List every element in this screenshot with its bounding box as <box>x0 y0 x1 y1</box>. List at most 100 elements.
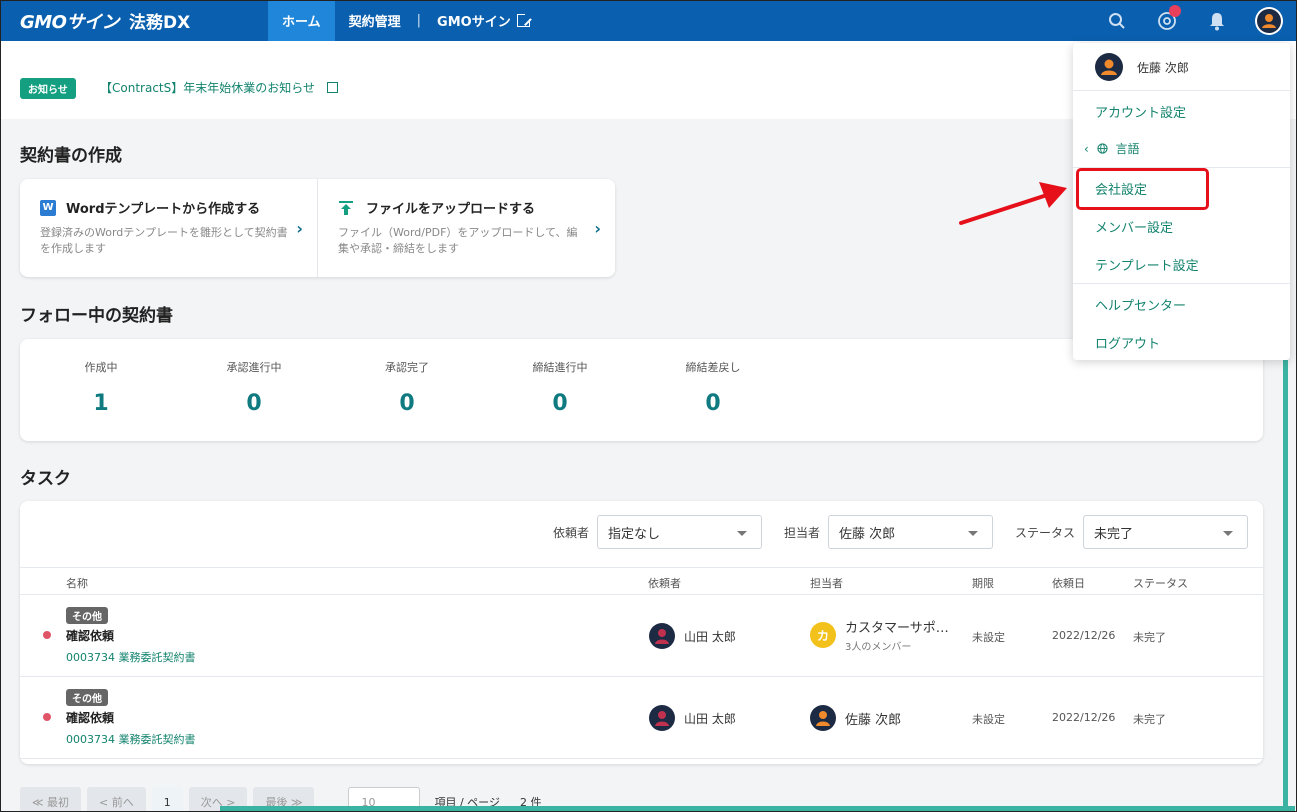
col-due[interactable]: 期限 <box>972 575 994 591</box>
stat-label: 締結進行中 <box>532 361 588 374</box>
nav-separator: | <box>416 13 422 28</box>
chevron-left-icon: ‹ <box>1084 142 1089 156</box>
col-request-date[interactable]: 依頼日 <box>1052 575 1085 591</box>
follow-section-title: フォロー中の契約書 <box>20 306 173 326</box>
stat-label: 作成中 <box>84 361 118 374</box>
menu-divider <box>1073 90 1290 91</box>
status-filter-label: ステータス <box>1014 525 1075 540</box>
scrollbar-horizontal[interactable] <box>220 806 1295 811</box>
stat-approval-complete[interactable]: 承認完了 0 <box>337 359 477 416</box>
notice-link[interactable]: 【ContractS】年末年始休業のお知らせ <box>100 79 338 96</box>
task-table-header: 名称 依頼者 担当者 期限 依頼日 ステータス <box>20 567 1263 595</box>
task-name: 確認依頼 <box>66 629 115 643</box>
requester-filter-label: 依頼者 <box>552 525 589 540</box>
task-filters: 依頼者 指定なし 担当者 佐藤 次郎 ステータス 未完了 <box>553 515 1248 549</box>
external-link-icon <box>326 82 338 93</box>
tasks-section-title: タスク <box>20 469 71 489</box>
stat-label: 承認進行中 <box>226 361 282 374</box>
task-tag: その他 <box>66 689 108 706</box>
assignee-filter-value: 佐藤 次郎 <box>838 526 896 542</box>
avatar <box>649 705 675 731</box>
caret-down-icon <box>736 531 747 536</box>
notice-badge: お知らせ <box>20 78 76 99</box>
col-requester[interactable]: 依頼者 <box>648 575 681 591</box>
app-logo[interactable]: GMOサイン 法務DX <box>20 8 268 34</box>
menu-item-logout[interactable]: ログアウト <box>1095 333 1160 352</box>
task-status: 未完了 <box>1133 713 1166 726</box>
assignee: カ カスタマーサポ… 3人のメンバー <box>810 617 949 653</box>
task-request-date: 2022/12/26 <box>1052 629 1116 642</box>
menu-item-account-settings[interactable]: アカウント設定 <box>1095 102 1186 121</box>
tab-home[interactable]: ホーム <box>268 0 335 41</box>
table-row[interactable]: その他 確認依頼 0003734 業務委託契約書 山田 太郎 カ カスタマーサポ… <box>20 595 1263 677</box>
main-nav: ホーム 契約管理 | GMOサイン <box>268 0 544 41</box>
mention-icon[interactable] <box>1155 4 1181 33</box>
upload-icon <box>338 200 354 216</box>
avatar <box>1095 53 1123 81</box>
bell-icon[interactable] <box>1205 9 1229 33</box>
assignee-filter-select[interactable]: 佐藤 次郎 <box>827 515 993 549</box>
search-icon[interactable] <box>1105 9 1129 33</box>
menu-divider <box>1073 283 1290 284</box>
menu-user-name: 佐藤 次郎 <box>1137 60 1189 75</box>
caret-down-icon <box>967 531 978 536</box>
task-tag: その他 <box>66 607 108 624</box>
scrollbar-vertical[interactable] <box>1283 360 1288 808</box>
unread-dot <box>43 713 51 721</box>
create-from-word-template[interactable]: W Wordテンプレートから作成する 登録済みのWordテンプレートを雛形として… <box>20 179 317 277</box>
stat-approval-in-progress[interactable]: 承認進行中 0 <box>184 359 324 416</box>
prev-page-button[interactable]: < 前へ <box>87 787 146 812</box>
first-page-button[interactable]: ≪ 最初 <box>20 787 82 812</box>
col-status[interactable]: ステータス <box>1133 575 1188 591</box>
stat-signing-in-progress[interactable]: 締結進行中 0 <box>490 359 630 416</box>
task-due: 未設定 <box>972 713 1005 726</box>
task-due: 未設定 <box>972 631 1005 644</box>
chevron-right-icon: › <box>594 219 601 238</box>
requester: 山田 太郎 <box>649 623 736 649</box>
menu-item-member-settings[interactable]: メンバー設定 <box>1095 217 1173 236</box>
notice-link-text: 【ContractS】年末年始休業のお知らせ <box>100 81 315 95</box>
assignee-member-count: 3人のメンバー <box>845 642 912 653</box>
upload-file[interactable]: ファイルをアップロードする ファイル（Word/PDF）をアップロードして、編集… <box>317 179 615 277</box>
requester-filter-value: 指定なし <box>607 526 660 542</box>
task-document-link[interactable]: 0003734 業務委託契約書 <box>66 731 196 747</box>
word-template-desc: 登録済みのWordテンプレートを雛形として契約書を作成します <box>40 226 288 255</box>
status-filter-select[interactable]: 未完了 <box>1083 515 1248 549</box>
user-avatar-button[interactable] <box>1255 6 1283 35</box>
menu-item-language[interactable]: ‹ 言語 <box>1084 140 1139 157</box>
external-link-icon <box>516 12 532 27</box>
assignee-filter-label: 担当者 <box>783 525 820 540</box>
requester-filter-select[interactable]: 指定なし <box>596 515 762 549</box>
menu-item-template-settings[interactable]: テンプレート設定 <box>1095 255 1199 274</box>
stat-value: 0 <box>552 391 568 416</box>
tab-contract-management[interactable]: 契約管理 <box>335 0 415 41</box>
unread-badge <box>1169 4 1181 17</box>
col-name[interactable]: 名称 <box>66 575 88 591</box>
menu-item-language-label: 言語 <box>1115 142 1140 156</box>
stat-drafting[interactable]: 作成中 1 <box>31 359 171 416</box>
highlight-box <box>1076 168 1209 210</box>
unread-dot <box>43 631 51 639</box>
create-card: W Wordテンプレートから作成する 登録済みのWordテンプレートを雛形として… <box>20 179 615 277</box>
upload-desc: ファイル（Word/PDF）をアップロードして、編集や承認・締結をします <box>338 226 578 255</box>
table-row[interactable]: その他 確認依頼 0003734 業務委託契約書 山田 太郎 佐藤 次郎 未設定… <box>20 677 1263 759</box>
col-assignee[interactable]: 担当者 <box>810 575 843 591</box>
avatar <box>810 705 836 731</box>
assignee: 佐藤 次郎 <box>810 705 901 731</box>
chevron-right-icon: › <box>296 219 303 238</box>
task-request-date: 2022/12/26 <box>1052 711 1116 724</box>
word-icon: W <box>40 199 56 216</box>
task-document-link[interactable]: 0003734 業務委託契約書 <box>66 649 196 665</box>
task-status: 未完了 <box>1133 631 1166 644</box>
word-template-title: Wordテンプレートから作成する <box>66 202 261 217</box>
requester-name: 山田 太郎 <box>684 711 736 726</box>
current-page[interactable]: 1 <box>151 787 183 812</box>
assignee-name: カスタマーサポ… <box>845 621 949 636</box>
tab-gmo-sign[interactable]: GMOサイン <box>423 0 544 41</box>
caret-down-icon <box>1223 531 1233 536</box>
menu-item-help-center[interactable]: ヘルプセンター <box>1095 295 1186 314</box>
stat-signing-returned[interactable]: 締結差戻し 0 <box>643 359 783 416</box>
brand-name: GMOサイン <box>20 11 120 33</box>
header-icons <box>1105 0 1283 41</box>
stat-value: 0 <box>246 391 262 416</box>
